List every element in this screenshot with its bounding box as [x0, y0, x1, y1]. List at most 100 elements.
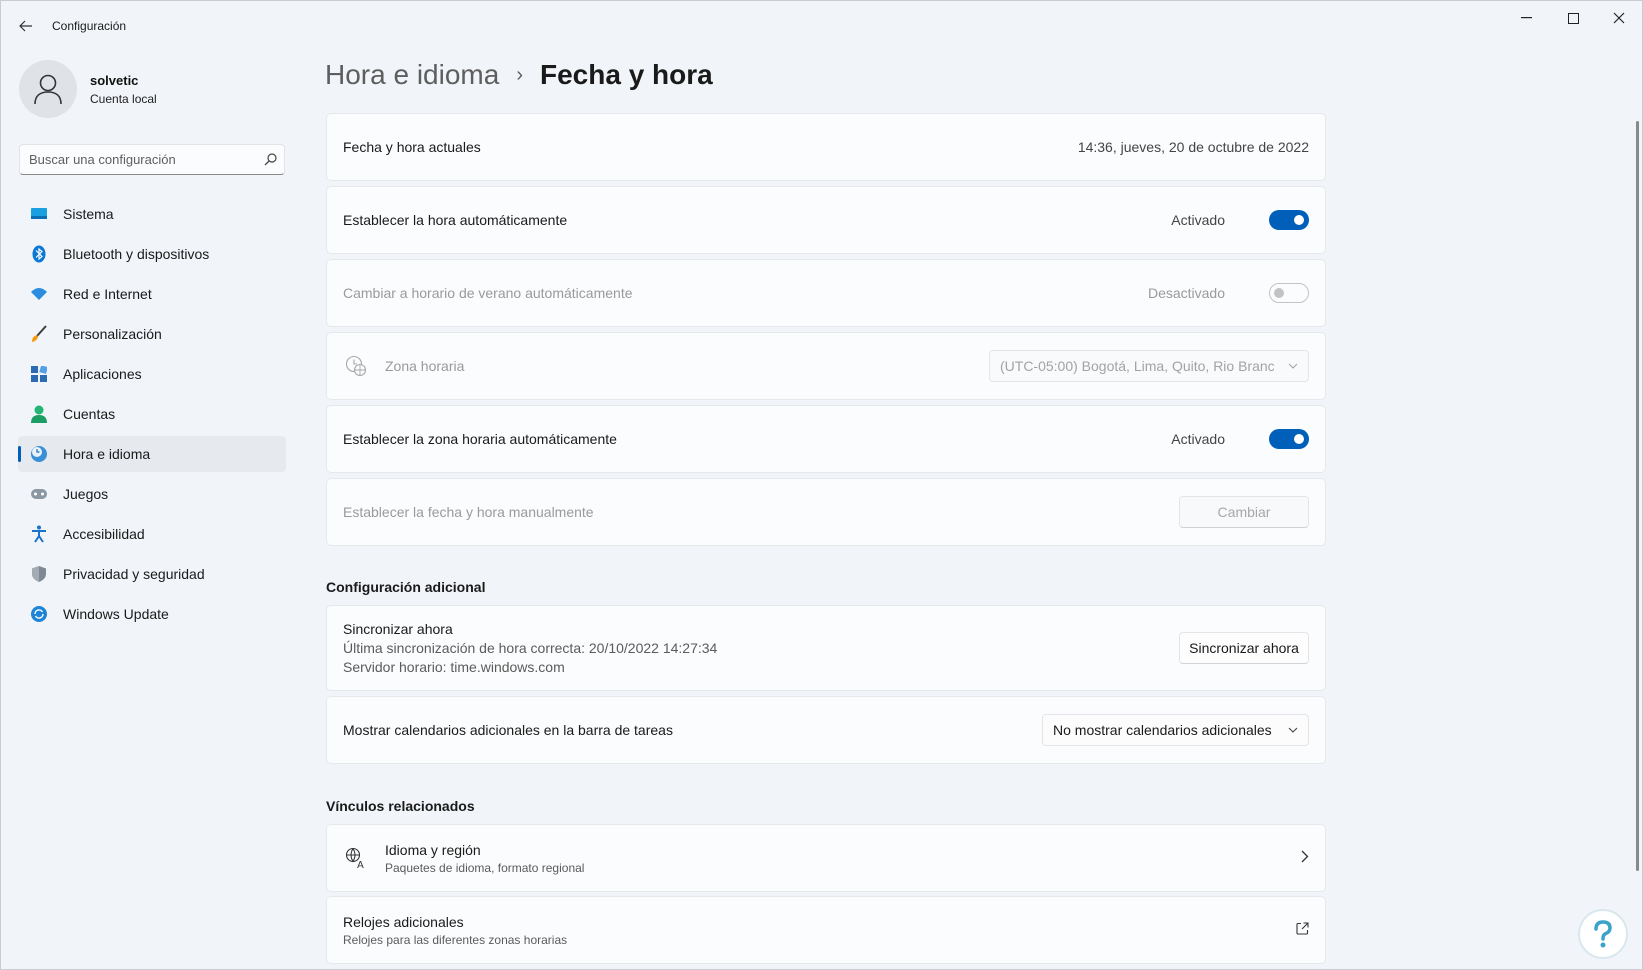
sidebar-item-red[interactable]: Red e Internet [18, 276, 286, 312]
language-region-subtitle: Paquetes de idioma, formato regional [385, 860, 585, 875]
chevron-right-icon [1301, 850, 1309, 866]
app-title: Configuración [52, 19, 127, 33]
auto-timezone-toggle[interactable] [1269, 429, 1309, 449]
sidebar-item-personalizacion[interactable]: Personalización [18, 316, 286, 352]
additional-clocks-link[interactable]: Relojes adicionales Relojes para las dif… [326, 896, 1326, 964]
help-logo-icon [1578, 909, 1628, 959]
auto-timezone-state: Activado [1171, 431, 1225, 447]
chevron-down-icon [1288, 725, 1298, 736]
timezone-dropdown[interactable]: (UTC-05:00) Bogotá, Lima, Quito, Rio Bra… [989, 350, 1309, 382]
chevron-right-icon: › [516, 63, 523, 86]
sidebar-item-label: Sistema [63, 206, 114, 222]
brush-icon [30, 325, 48, 343]
sidebar-item-label: Privacidad y seguridad [63, 566, 205, 582]
calendars-label: Mostrar calendarios adicionales en la ba… [343, 722, 673, 738]
window-controls [1504, 1, 1642, 35]
sidebar-item-aplicaciones[interactable]: Aplicaciones [18, 356, 286, 392]
language-region-link[interactable]: A Idioma y región Paquetes de idioma, fo… [326, 824, 1326, 892]
auto-timezone-card: Establecer la zona horaria automáticamen… [326, 405, 1326, 473]
shield-icon [30, 565, 48, 583]
minimize-icon[interactable] [1504, 1, 1550, 35]
dst-state: Desactivado [1147, 285, 1225, 301]
search-icon[interactable] [256, 153, 284, 166]
back-arrow-icon[interactable] [13, 13, 39, 39]
open-external-icon [1296, 922, 1309, 938]
sync-now-button[interactable]: Sincronizar ahora [1179, 632, 1309, 664]
settings-window: Configuración solvetic Cuenta local Busc… [0, 0, 1643, 970]
wifi-icon [30, 285, 48, 303]
sidebar-item-windows-update[interactable]: Windows Update [18, 596, 286, 632]
title-bar: Configuración [1, 1, 1642, 49]
last-sync-text: Última sincronización de hora correcta: … [343, 639, 718, 656]
sidebar-item-label: Accesibilidad [63, 526, 145, 542]
update-icon [30, 605, 48, 623]
sidebar-item-label: Personalización [63, 326, 162, 342]
sidebar-item-label: Cuentas [63, 406, 116, 422]
timezone-label: Zona horaria [385, 358, 465, 374]
sync-info: Sincronizar ahora Última sincronización … [343, 620, 1179, 677]
apps-icon [30, 365, 48, 383]
change-button[interactable]: Cambiar [1179, 496, 1309, 528]
breadcrumb: Hora e idioma › Fecha y hora [325, 59, 713, 91]
scrollbar[interactable] [1636, 121, 1639, 871]
calendars-dropdown[interactable]: No mostrar calendarios adicionales [1042, 714, 1309, 746]
auto-time-toggle[interactable] [1269, 210, 1309, 230]
sidebar-item-juegos[interactable]: Juegos [18, 476, 286, 512]
maximize-icon[interactable] [1550, 1, 1596, 35]
manual-datetime-label: Establecer la fecha y hora manualmente [343, 504, 594, 520]
current-datetime-value: 14:36, jueves, 20 de octubre de 2022 [1077, 139, 1309, 155]
language-region-title: Idioma y región [385, 841, 481, 858]
sync-card: Sincronizar ahora Última sincronización … [326, 605, 1326, 691]
svg-text:A: A [357, 860, 364, 869]
profile-name: solvetic [90, 72, 139, 88]
sidebar-item-bluetooth[interactable]: Bluetooth y dispositivos [18, 236, 286, 272]
related-links-title: Vínculos relacionados [326, 798, 475, 814]
dst-card: Cambiar a horario de verano automáticame… [326, 259, 1326, 327]
calendars-value: No mostrar calendarios adicionales [1053, 722, 1272, 738]
sidebar-nav: Sistema Bluetooth y dispositivos Red e I… [18, 196, 286, 636]
timezone-value: (UTC-05:00) Bogotá, Lima, Quito, Rio Bra… [1000, 358, 1274, 374]
time-server-text: Servidor horario: time.windows.com [343, 658, 565, 675]
sync-title: Sincronizar ahora [343, 620, 453, 637]
chevron-down-icon [1288, 361, 1298, 372]
breadcrumb-parent[interactable]: Hora e idioma [325, 59, 499, 91]
language-region-text: Idioma y región Paquetes de idioma, form… [385, 842, 1301, 875]
search-box[interactable] [19, 144, 285, 175]
search-input[interactable] [29, 152, 256, 167]
sidebar-item-label: Windows Update [63, 606, 169, 622]
sidebar-item-label: Aplicaciones [63, 366, 142, 382]
close-icon[interactable] [1596, 1, 1642, 35]
auto-time-label: Establecer la hora automáticamente [343, 212, 568, 228]
timezone-card: Zona horaria (UTC-05:00) Bogotá, Lima, Q… [326, 332, 1326, 400]
sidebar-item-hora-idioma[interactable]: Hora e idioma [18, 436, 286, 472]
calendars-card: Mostrar calendarios adicionales en la ba… [326, 696, 1326, 764]
sidebar-item-accesibilidad[interactable]: Accesibilidad [18, 516, 286, 552]
dst-label: Cambiar a horario de verano automáticame… [343, 285, 633, 301]
language-icon: A [343, 847, 369, 869]
page-title: Fecha y hora [539, 59, 713, 90]
sidebar-item-label: Juegos [63, 486, 109, 502]
avatar [19, 60, 77, 118]
sidebar-item-label: Hora e idioma [63, 446, 151, 462]
sidebar-item-sistema[interactable]: Sistema [18, 196, 286, 232]
manual-datetime-card: Establecer la fecha y hora manualmente C… [326, 478, 1326, 546]
dst-toggle[interactable] [1269, 283, 1309, 303]
sidebar-item-privacidad[interactable]: Privacidad y seguridad [18, 556, 286, 592]
accessibility-icon [30, 525, 48, 543]
clock-globe-icon [343, 355, 369, 377]
sidebar-item-label: Red e Internet [63, 286, 152, 302]
user-profile[interactable]: solvetic Cuenta local [19, 60, 157, 118]
additional-clocks-title: Relojes adicionales [343, 913, 464, 930]
current-datetime-label: Fecha y hora actuales [343, 139, 481, 155]
additional-settings-title: Configuración adicional [326, 579, 486, 595]
sidebar-item-cuentas[interactable]: Cuentas [18, 396, 286, 432]
auto-time-card: Establecer la hora automáticamente Activ… [326, 186, 1326, 254]
gamepad-icon [30, 485, 48, 503]
additional-clocks-text: Relojes adicionales Relojes para las dif… [343, 914, 1296, 947]
current-datetime-card: Fecha y hora actuales 14:36, jueves, 20 … [326, 113, 1326, 181]
bluetooth-icon [30, 245, 48, 263]
additional-clocks-subtitle: Relojes para las diferentes zonas horari… [343, 932, 568, 947]
auto-timezone-label: Establecer la zona horaria automáticamen… [343, 431, 617, 447]
auto-time-state: Activado [1171, 212, 1225, 228]
profile-account-type: Cuenta local [90, 91, 157, 106]
